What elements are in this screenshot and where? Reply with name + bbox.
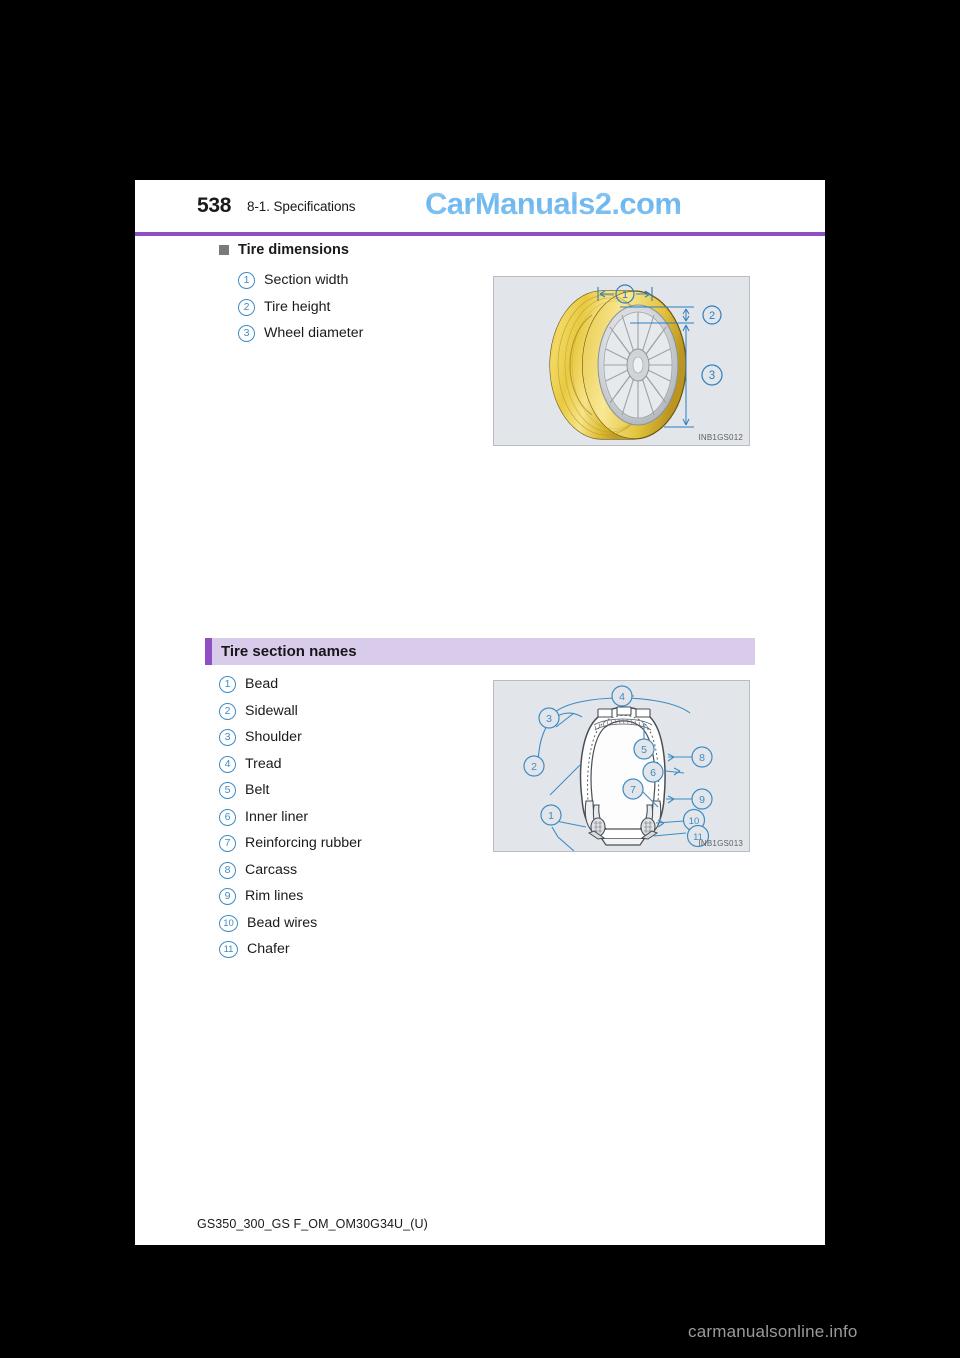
list-item: 2 Tire height [238, 297, 363, 324]
svg-text:4: 4 [619, 691, 625, 703]
callout-number: 10 [219, 914, 238, 932]
list-item: 3 Shoulder [219, 727, 362, 754]
callout-number: 1 [238, 272, 255, 289]
list-item: 7 Reinforcing rubber [219, 833, 362, 860]
footer-document-code: GS350_300_GS F_OM_OM30G34U_(U) [197, 1217, 428, 1231]
figure-id-label: INB1GS012 [698, 433, 743, 442]
svg-text:6: 6 [650, 767, 656, 779]
callout-number: 5 [219, 782, 236, 799]
list-item-label: Tire height [264, 298, 331, 315]
svg-text:3: 3 [709, 370, 715, 382]
tire-dimensions-illustration: 1 2 3 [549, 284, 723, 440]
callout-number: 4 [219, 755, 236, 773]
callout-number: 11 [219, 941, 238, 958]
callout-number: 8 [219, 861, 236, 879]
list-item-label: Inner liner [245, 808, 309, 825]
section-breadcrumb: 8-1. Specifications [247, 199, 356, 214]
watermark-carmanuals2: CarManuals2.com [425, 186, 682, 221]
section-band-tire-section-names: Tire section names [205, 638, 755, 665]
callout-number: 3 [219, 729, 236, 746]
svg-text:8: 8 [699, 752, 705, 764]
callout-number: 7 [219, 835, 236, 852]
svg-text:7: 7 [630, 784, 636, 796]
list-item: 8 Carcass [219, 860, 362, 887]
list-item: 10 Bead wires [219, 913, 362, 940]
list-item-label: Belt [245, 782, 270, 798]
callout-number: 9 [219, 888, 236, 905]
manual-page: 538 8-1. Specifications CarManuals2.com … [135, 180, 825, 1245]
callout-number: 6 [219, 808, 236, 826]
tire-dimensions-heading-label: Tire dimensions [238, 242, 349, 258]
svg-text:9: 9 [699, 794, 705, 806]
list-item-label: Rim lines [245, 888, 304, 904]
list-item: 1 Section width [238, 270, 363, 297]
header-rule [135, 232, 825, 236]
bottom-brand-label: carmanualsonline.info [688, 1322, 858, 1341]
band-accent-bar [205, 638, 212, 665]
svg-text:2: 2 [709, 310, 715, 322]
svg-text:5: 5 [641, 744, 647, 756]
page-number: 538 [197, 194, 232, 217]
figure-tire-dimensions: 1 2 3 INB1GS012 [493, 276, 750, 446]
list-item: 1 Bead [219, 674, 362, 701]
list-item-label: Carcass [245, 861, 298, 878]
figure-id-label: INB1GS013 [698, 839, 743, 848]
svg-text:3: 3 [546, 713, 552, 725]
list-item-label: Shoulder [245, 729, 302, 745]
list-item-label: Bead [245, 676, 279, 692]
list-item: 6 Inner liner [219, 807, 362, 834]
tire-cross-section-illustration: 4 3 2 1 5 6 7 8 9 10 11 [523, 685, 713, 852]
figure-tire-cross-section: 4 3 2 1 5 6 7 8 9 10 11 INB1GS013 [493, 680, 750, 852]
svg-text:1: 1 [622, 289, 628, 301]
list-item-label: Section width [264, 272, 349, 288]
square-bullet-icon [219, 245, 229, 255]
list-item: 9 Rim lines [219, 886, 362, 913]
svg-text:2: 2 [531, 761, 537, 773]
tire-section-names-list: 1 Bead 2 Sidewall 3 Shoulder 4 Tread 5 B… [219, 674, 362, 966]
list-item-label: Sidewall [245, 702, 298, 719]
callout-number: 2 [219, 702, 236, 720]
list-item-label: Tread [245, 755, 282, 772]
list-item-label: Chafer [247, 941, 290, 957]
list-item: 5 Belt [219, 780, 362, 807]
band-title-label: Tire section names [221, 643, 357, 660]
callout-number: 3 [238, 325, 255, 342]
list-item: 2 Sidewall [219, 701, 362, 728]
callout-number: 2 [238, 298, 255, 316]
screenshot-root: 538 8-1. Specifications CarManuals2.com … [0, 0, 960, 1358]
list-item: 3 Wheel diameter [238, 323, 363, 350]
tire-dimensions-list: 1 Section width 2 Tire height 3 Wheel di… [238, 270, 363, 350]
list-item-label: Bead wires [247, 914, 318, 931]
tire-dimensions-heading: Tire dimensions [219, 242, 349, 258]
list-item: 11 Chafer [219, 939, 362, 966]
callout-number: 1 [219, 676, 236, 693]
page-header: 538 8-1. Specifications CarManuals2.com [135, 180, 825, 236]
list-item: 4 Tread [219, 754, 362, 781]
svg-text:1: 1 [548, 810, 554, 822]
list-item-label: Wheel diameter [264, 325, 364, 341]
list-item-label: Reinforcing rubber [245, 835, 362, 851]
